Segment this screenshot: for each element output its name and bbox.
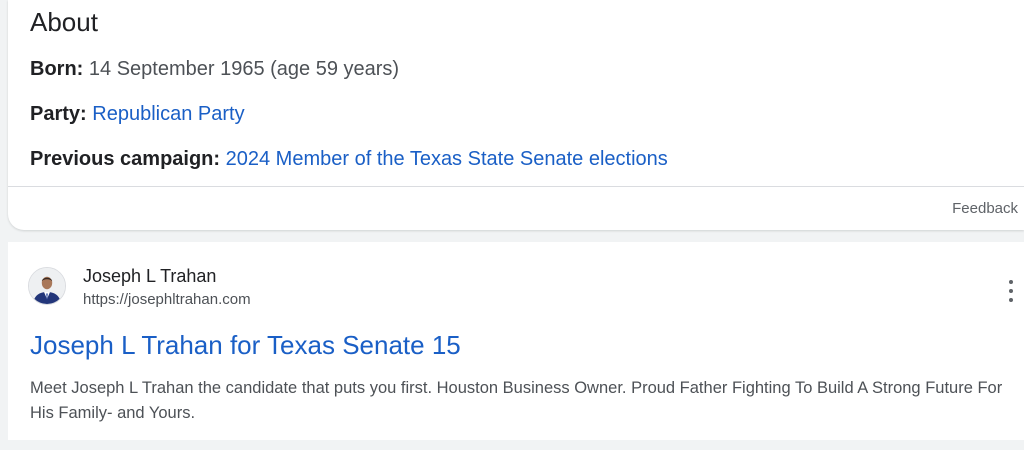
party-label: Party:: [30, 103, 87, 125]
born-fact: Born: 14 September 1965 (age 59 years): [30, 56, 399, 82]
search-result: Joseph L Trahan https://josephltrahan.co…: [8, 242, 1024, 440]
candidate-portrait-icon[interactable]: [28, 267, 66, 305]
born-value: 14 September 1965 (age 59 years): [88, 58, 400, 80]
born-label: Born:: [30, 58, 84, 80]
result-snippet: Meet Joseph L Trahan the candidate that …: [30, 379, 1003, 422]
about-heading: About: [30, 7, 98, 37]
site-name[interactable]: Joseph L Trahan: [83, 265, 216, 287]
more-vert-icon[interactable]: [1004, 280, 1018, 302]
party-fact: Party: Republican Party: [30, 101, 245, 127]
previous-campaign-fact: Previous campaign: 2024 Member of the Te…: [30, 146, 668, 172]
previous-campaign-label: Previous campaign:: [30, 148, 221, 170]
result-title-link[interactable]: Joseph L Trahan for Texas Senate 15: [30, 329, 461, 361]
feedback-link[interactable]: Feedback: [952, 200, 1018, 218]
about-divider: [8, 186, 1024, 187]
site-url[interactable]: https://josephltrahan.com: [83, 291, 251, 309]
party-link[interactable]: Republican Party: [92, 103, 244, 125]
previous-campaign-link[interactable]: 2024 Member of the Texas State Senate el…: [226, 148, 668, 170]
about-panel: About Born: 14 September 1965 (age 59 ye…: [8, 0, 1024, 230]
